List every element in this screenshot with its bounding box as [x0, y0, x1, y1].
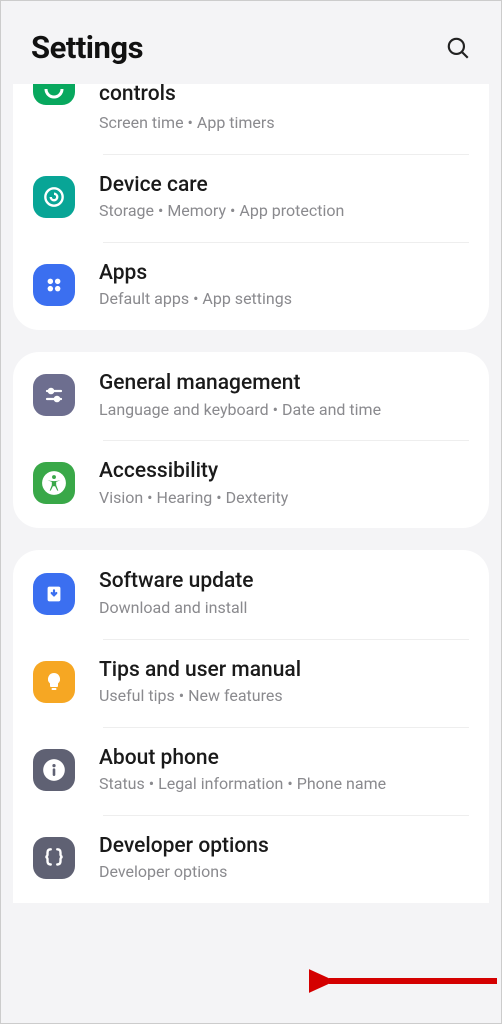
- apps-icon: [33, 264, 75, 306]
- search-button[interactable]: [445, 35, 471, 61]
- row-title: controls: [99, 84, 275, 108]
- settings-row-accessibility[interactable]: Accessibility Vision • Hearing • Dexteri…: [13, 440, 489, 528]
- row-title: Device care: [99, 172, 344, 199]
- download-icon: [33, 573, 75, 615]
- row-subtitle: Download and install: [99, 598, 254, 619]
- info-icon: [33, 749, 75, 791]
- row-subtitle: Useful tips • New features: [99, 686, 301, 707]
- row-subtitle: Default apps • App settings: [99, 289, 292, 310]
- search-icon: [445, 35, 471, 61]
- settings-row-device-care[interactable]: Device care Storage • Memory • App prote…: [13, 154, 489, 242]
- row-title: Apps: [99, 260, 292, 287]
- settings-group-1: controls Screen time • App timers Device…: [13, 84, 489, 330]
- row-title: Accessibility: [99, 458, 288, 485]
- header: Settings: [1, 1, 501, 84]
- row-subtitle: Language and keyboard • Date and time: [99, 400, 381, 421]
- wellbeing-icon: [33, 84, 75, 105]
- settings-row-about-phone[interactable]: About phone Status • Legal information •…: [13, 727, 489, 815]
- row-title: Software update: [99, 568, 254, 595]
- settings-row-apps[interactable]: Apps Default apps • App settings: [13, 242, 489, 330]
- row-title: General management: [99, 370, 381, 397]
- settings-row-tips-manual[interactable]: Tips and user manual Useful tips • New f…: [13, 639, 489, 727]
- settings-row-general-management[interactable]: General management Language and keyboard…: [13, 352, 489, 440]
- row-title: Developer options: [99, 833, 269, 860]
- settings-group-2: General management Language and keyboard…: [13, 352, 489, 528]
- settings-row-software-update[interactable]: Software update Download and install: [13, 550, 489, 638]
- row-title: Tips and user manual: [99, 657, 301, 684]
- row-subtitle: Developer options: [99, 862, 269, 883]
- page-title: Settings: [31, 29, 143, 66]
- settings-group-3: Software update Download and install Tip…: [13, 550, 489, 902]
- row-subtitle: Screen time • App timers: [99, 113, 275, 134]
- sliders-icon: [33, 374, 75, 416]
- annotation-arrow: [309, 961, 499, 1001]
- row-title: About phone: [99, 745, 386, 772]
- settings-row-developer-options[interactable]: Developer options Developer options: [13, 815, 489, 903]
- row-subtitle: Storage • Memory • App protection: [99, 201, 344, 222]
- accessibility-icon: [33, 462, 75, 504]
- bulb-icon: [33, 661, 75, 703]
- row-subtitle: Vision • Hearing • Dexterity: [99, 488, 288, 509]
- row-subtitle: Status • Legal information • Phone name: [99, 774, 386, 795]
- braces-icon: [33, 837, 75, 879]
- settings-row-digital-wellbeing[interactable]: controls Screen time • App timers: [13, 84, 489, 154]
- device-care-icon: [33, 176, 75, 218]
